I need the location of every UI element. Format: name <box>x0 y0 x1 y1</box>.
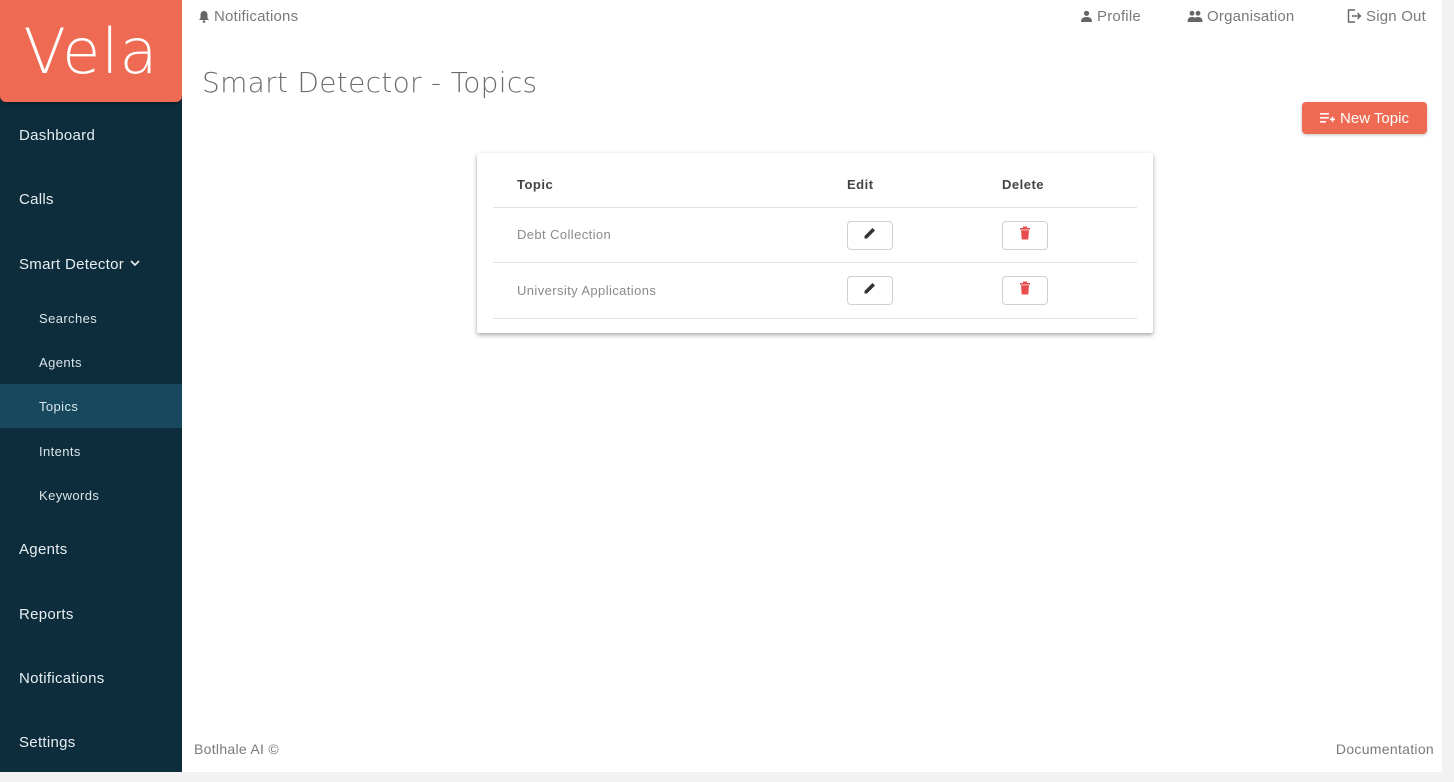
app-frame: Dashboard Calls Smart Detector Searches … <box>0 0 1454 782</box>
divider <box>493 262 1137 263</box>
column-header-edit: Edit <box>847 177 874 192</box>
sidebar-item-agents[interactable]: Agents <box>0 527 182 571</box>
trash-icon <box>1019 226 1031 245</box>
sidebar: Dashboard Calls Smart Detector Searches … <box>0 0 182 772</box>
topics-table: Topic Edit Delete Debt Collection Univer… <box>477 153 1153 333</box>
bell-icon <box>198 10 210 23</box>
profile-link[interactable]: Profile <box>1080 6 1141 26</box>
divider <box>493 318 1137 319</box>
topic-name: University Applications <box>517 283 657 298</box>
sidebar-item-label: Reports <box>19 605 74 623</box>
sidebar-item-notifications[interactable]: Notifications <box>0 656 182 700</box>
person-icon <box>1080 10 1093 22</box>
documentation-link[interactable]: Documentation <box>1336 741 1434 757</box>
sign-out-link[interactable]: Sign Out <box>1347 6 1426 26</box>
pencil-icon <box>863 281 877 300</box>
logo-text: Vela <box>23 14 159 88</box>
edit-button[interactable] <box>847 276 893 305</box>
playlist-add-icon <box>1320 112 1336 124</box>
sidebar-item-settings[interactable]: Settings <box>0 720 182 764</box>
sidebar-item-label: Settings <box>19 733 76 751</box>
sidebar-item-label: Agents <box>19 540 68 558</box>
people-icon <box>1187 10 1203 22</box>
sidebar-subitem-keywords[interactable]: Keywords <box>0 473 182 517</box>
new-topic-label: New Topic <box>1340 109 1409 127</box>
main-content: Notifications Profile Organisation Sign … <box>182 0 1442 772</box>
notifications-label: Notifications <box>214 7 299 25</box>
sidebar-subitem-label: Keywords <box>39 487 100 503</box>
sidebar-item-smart-detector[interactable]: Smart Detector <box>0 242 182 286</box>
notifications-link[interactable]: Notifications <box>198 6 298 26</box>
delete-button[interactable] <box>1002 221 1048 250</box>
sidebar-subitem-searches[interactable]: Searches <box>0 296 182 340</box>
divider <box>493 207 1137 208</box>
sidebar-item-label: Smart Detector <box>19 255 125 273</box>
sidebar-subitem-agents[interactable]: Agents <box>0 340 182 384</box>
sidebar-subitem-topics[interactable]: Topics <box>0 384 182 428</box>
profile-label: Profile <box>1097 7 1141 25</box>
delete-button[interactable] <box>1002 276 1048 305</box>
logout-icon <box>1347 9 1362 23</box>
sidebar-subitem-label: Searches <box>39 310 98 326</box>
sidebar-item-label: Notifications <box>19 669 105 687</box>
sign-out-label: Sign Out <box>1366 7 1426 25</box>
vela-logo[interactable]: Vela <box>0 0 182 102</box>
sidebar-subitem-label: Topics <box>39 398 79 414</box>
sidebar-item-label: Calls <box>19 190 54 208</box>
sidebar-item-dashboard[interactable]: Dashboard <box>0 113 182 157</box>
organisation-link[interactable]: Organisation <box>1187 6 1294 26</box>
edit-button[interactable] <box>847 221 893 250</box>
column-header-topic: Topic <box>517 177 554 192</box>
page-title: Smart Detector - Topics <box>202 66 538 99</box>
footer-copyright: Botlhale AI © <box>194 741 280 757</box>
sidebar-item-reports[interactable]: Reports <box>0 592 182 636</box>
new-topic-button[interactable]: New Topic <box>1302 102 1427 134</box>
organisation-label: Organisation <box>1207 7 1295 25</box>
sidebar-subitem-label: Intents <box>39 443 81 459</box>
column-header-delete: Delete <box>1002 177 1045 192</box>
sidebar-item-calls[interactable]: Calls <box>0 177 182 221</box>
sidebar-subitem-label: Agents <box>39 354 82 370</box>
sidebar-item-label: Dashboard <box>19 126 96 144</box>
pencil-icon <box>863 226 877 245</box>
trash-icon <box>1019 281 1031 300</box>
chevron-down-icon <box>130 259 140 270</box>
topic-name: Debt Collection <box>517 227 612 242</box>
sidebar-subitem-intents[interactable]: Intents <box>0 429 182 473</box>
